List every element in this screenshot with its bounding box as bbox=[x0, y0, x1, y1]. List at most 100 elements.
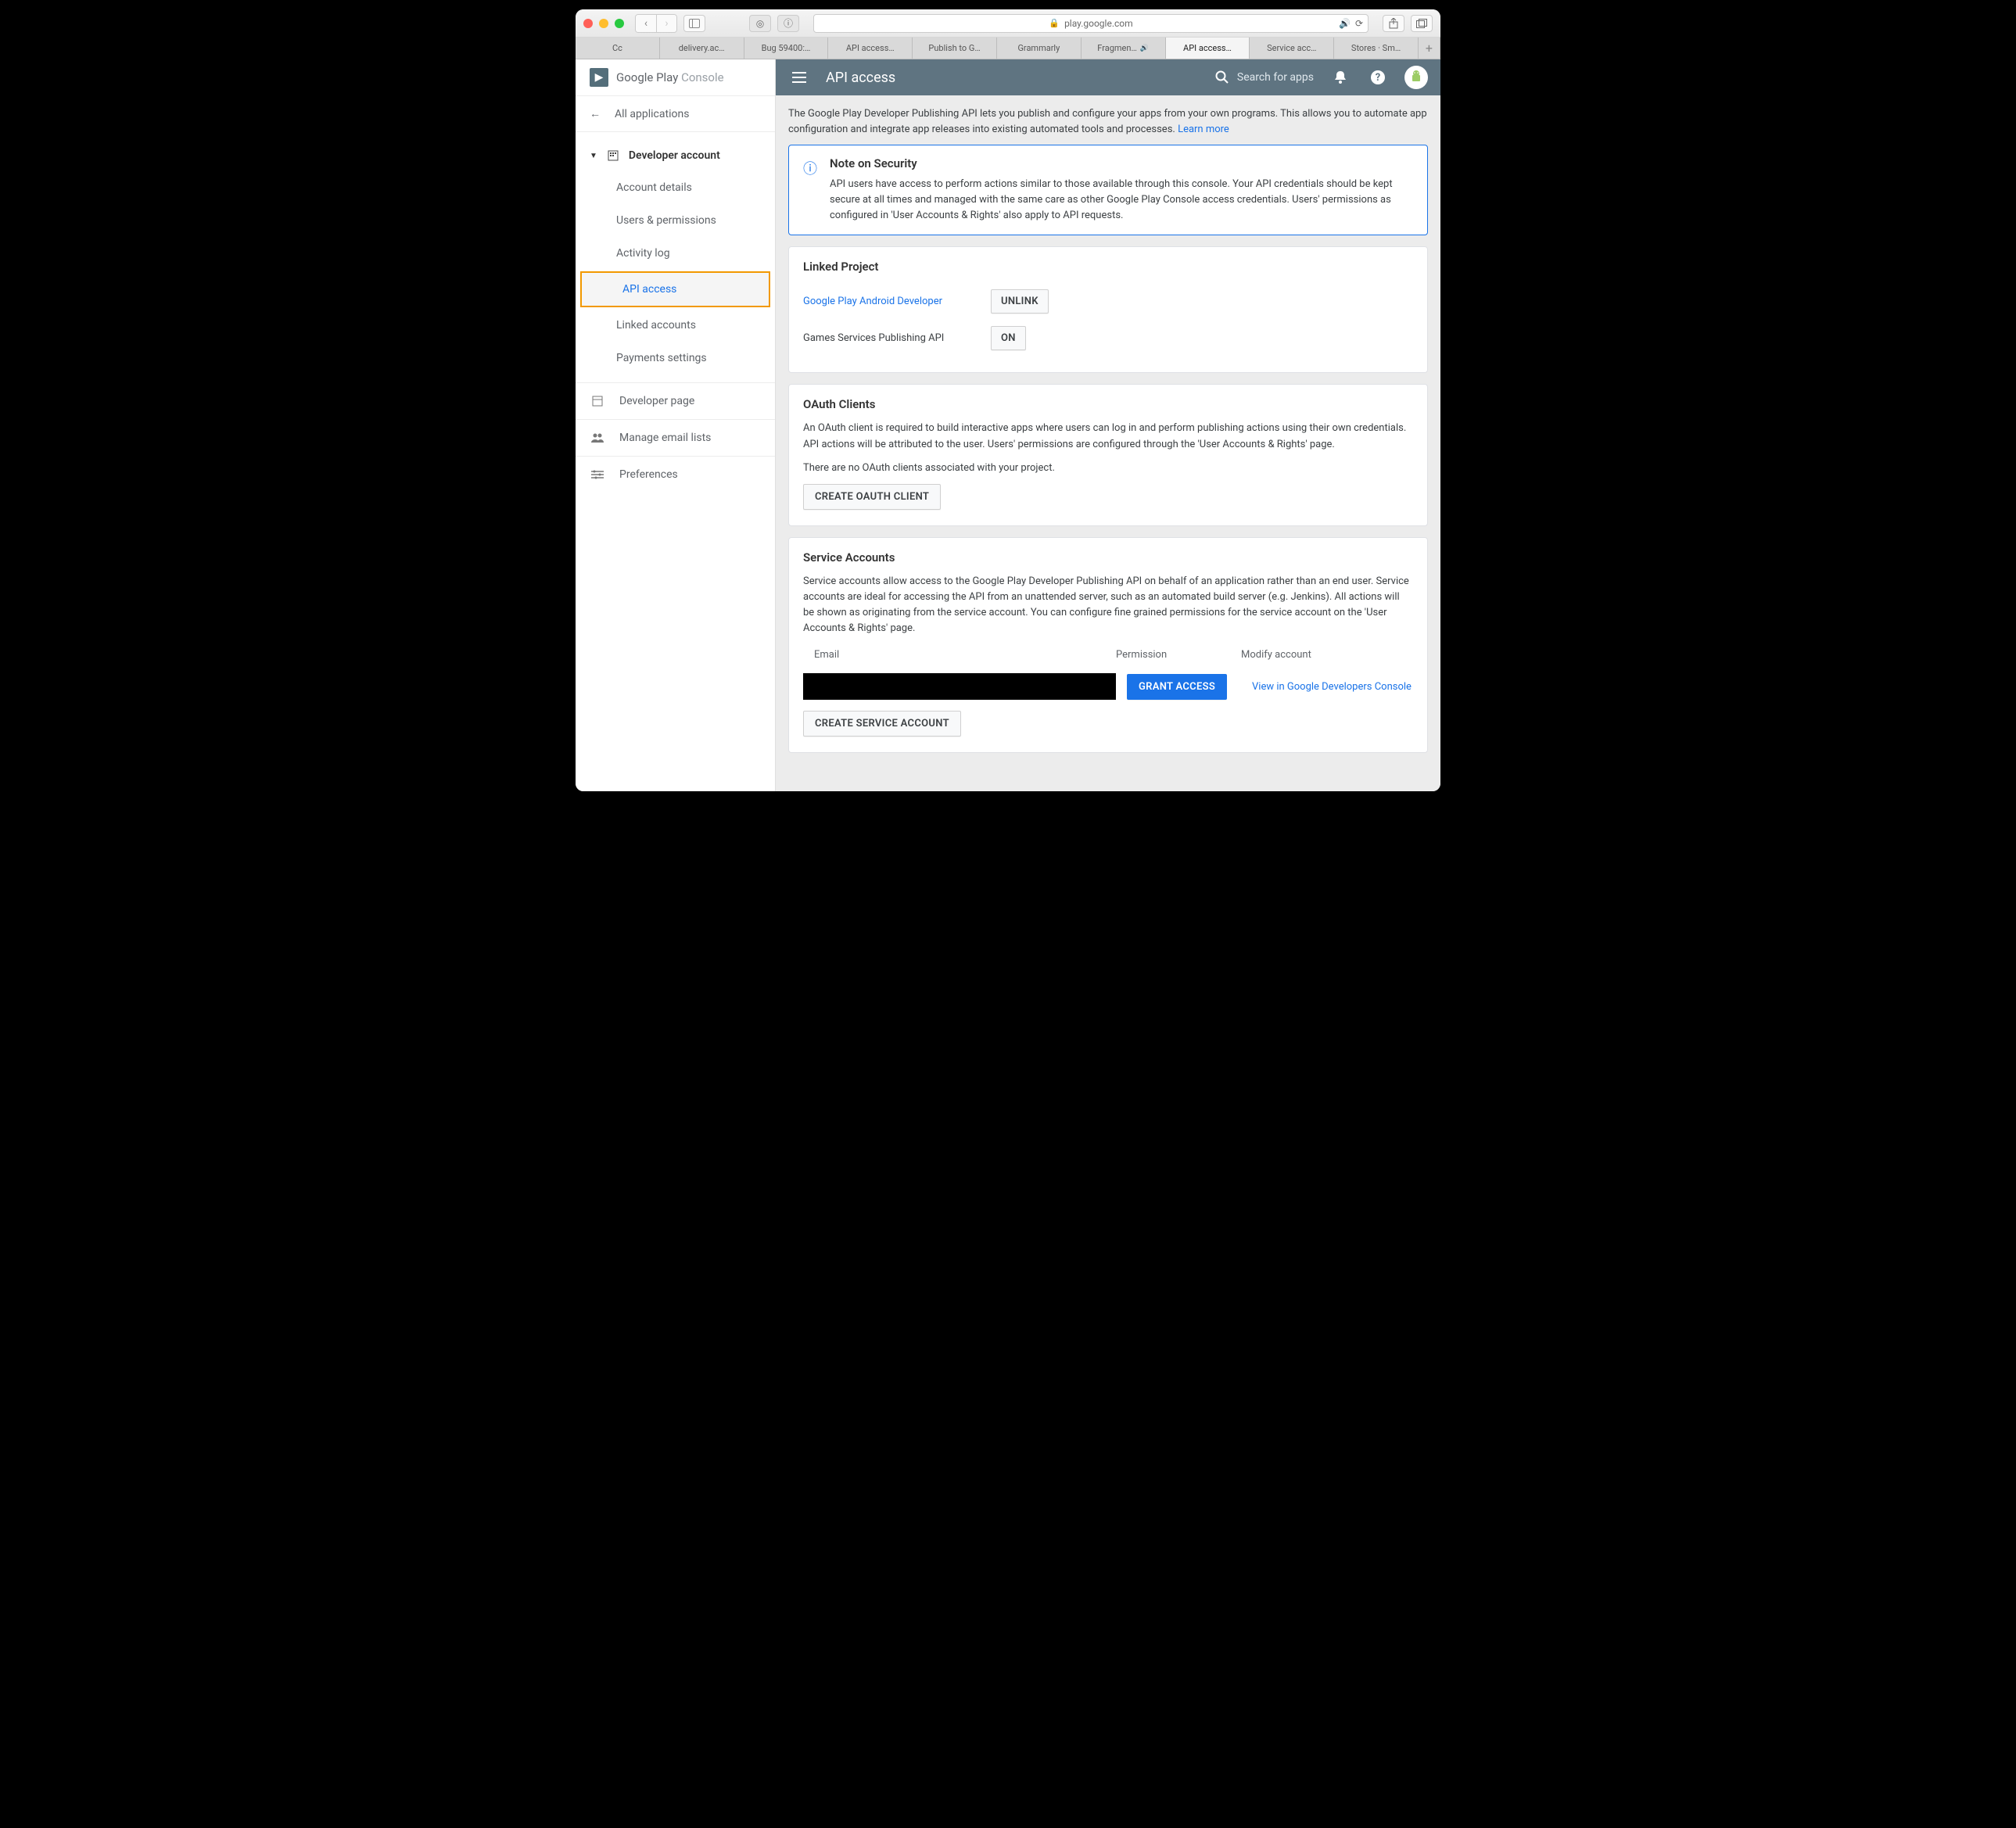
tabs-overview-button[interactable] bbox=[1411, 15, 1433, 32]
grant-access-button[interactable]: GRANT ACCESS bbox=[1127, 674, 1227, 700]
browser-tab[interactable]: API access… bbox=[1166, 38, 1250, 59]
reload-icon[interactable]: ⟳ bbox=[1355, 18, 1363, 29]
tab-label: Service acc… bbox=[1267, 43, 1316, 53]
account-avatar[interactable] bbox=[1404, 66, 1428, 89]
col-email: Email bbox=[803, 649, 1116, 661]
security-note-card: ⓘ Note on Security API users have access… bbox=[788, 145, 1428, 235]
email-lists-label: Manage email lists bbox=[619, 432, 711, 444]
app-header: API access Search for apps ? bbox=[776, 59, 1440, 95]
search-placeholder: Search for apps bbox=[1237, 71, 1314, 84]
linked-project-title: Linked Project bbox=[803, 260, 1413, 274]
games-api-label: Games Services Publishing API bbox=[803, 332, 975, 344]
sidebar-item-activity-log[interactable]: Activity log bbox=[576, 237, 775, 270]
browser-tab[interactable]: Grammarly bbox=[997, 38, 1082, 59]
android-icon bbox=[1408, 70, 1424, 85]
notifications-button[interactable] bbox=[1329, 66, 1351, 88]
sidebar-item-account-details[interactable]: Account details bbox=[576, 171, 775, 204]
minimize-window-button[interactable] bbox=[599, 19, 608, 28]
create-service-account-button[interactable]: CREATE SERVICE ACCOUNT bbox=[803, 711, 961, 737]
sliders-icon bbox=[590, 467, 605, 482]
games-api-toggle[interactable]: ON bbox=[991, 326, 1026, 350]
sa-email-redacted bbox=[803, 673, 1116, 700]
note-body: API users have access to perform actions… bbox=[830, 177, 1413, 224]
url-text: play.google.com bbox=[1064, 18, 1133, 29]
lock-icon: 🔒 bbox=[1049, 18, 1060, 28]
sidebar-toggle-button[interactable] bbox=[683, 15, 705, 32]
new-tab-button[interactable]: + bbox=[1419, 38, 1440, 59]
manage-email-lists-link[interactable]: Manage email lists bbox=[576, 419, 775, 456]
forward-button[interactable]: › bbox=[656, 15, 676, 32]
play-console-icon: ▶ bbox=[590, 68, 608, 87]
brand-logo[interactable]: ▶ Google Play Console bbox=[576, 59, 775, 95]
info-button[interactable]: ⓘ bbox=[777, 15, 799, 32]
browser-tab[interactable]: Cc bbox=[576, 38, 660, 59]
chevron-down-icon: ▼ bbox=[590, 152, 597, 160]
tab-label: Publish to G… bbox=[928, 43, 980, 53]
browser-tabs: Cc delivery.ac… Bug 59400:… API access… Publ… bbox=[576, 38, 1440, 59]
all-apps-label: All applications bbox=[615, 108, 689, 120]
back-button[interactable]: ‹ bbox=[636, 15, 656, 32]
help-icon: ? bbox=[1370, 70, 1386, 85]
sidebar-item-api-access[interactable]: API access bbox=[582, 273, 769, 306]
browser-tab[interactable]: API access… bbox=[828, 38, 913, 59]
tab-label: API access… bbox=[846, 43, 895, 53]
oauth-empty: There are no OAuth clients associated wi… bbox=[803, 461, 1413, 476]
sidebar-item-label: Linked accounts bbox=[616, 319, 696, 332]
maximize-window-button[interactable] bbox=[615, 19, 624, 28]
sidebar-item-label: Users & permissions bbox=[616, 214, 716, 227]
sidebar-item-users-permissions[interactable]: Users & permissions bbox=[576, 204, 775, 237]
developer-page-link[interactable]: Developer page bbox=[576, 383, 775, 419]
view-dev-console-link[interactable]: View in Google Developers Console bbox=[1252, 681, 1412, 693]
linked-project-link[interactable]: Google Play Android Developer bbox=[803, 296, 942, 307]
page-title: API access bbox=[826, 70, 895, 86]
share-button[interactable] bbox=[1383, 15, 1404, 32]
preferences-link[interactable]: Preferences bbox=[576, 456, 775, 493]
browser-tab[interactable]: Bug 59400:… bbox=[744, 38, 829, 59]
hamburger-icon[interactable] bbox=[788, 66, 810, 88]
unlink-button[interactable]: UNLINK bbox=[991, 289, 1049, 314]
address-bar[interactable]: 🔒 play.google.com 🔊 ⟳ bbox=[813, 14, 1369, 33]
create-oauth-client-button[interactable]: CREATE OAUTH CLIENT bbox=[803, 484, 941, 510]
info-icon: ⓘ bbox=[803, 158, 819, 224]
bell-icon bbox=[1334, 70, 1347, 84]
dev-account-label: Developer account bbox=[629, 149, 720, 162]
oauth-desc: An OAuth client is required to build int… bbox=[803, 421, 1413, 452]
sidebar-item-label: Payments settings bbox=[616, 352, 707, 364]
nav-back-forward: ‹ › bbox=[635, 14, 677, 33]
learn-more-link[interactable]: Learn more bbox=[1178, 124, 1229, 135]
sound-icon[interactable]: 🔊 bbox=[1339, 18, 1351, 29]
close-window-button[interactable] bbox=[583, 19, 593, 28]
traffic-lights bbox=[583, 19, 624, 28]
service-accounts-desc: Service accounts allow access to the Goo… bbox=[803, 574, 1413, 637]
brand-text: Google Play Console bbox=[616, 70, 724, 84]
service-accounts-title: Service Accounts bbox=[803, 550, 1413, 565]
browser-tab[interactable]: delivery.ac… bbox=[660, 38, 744, 59]
tabs-icon bbox=[1416, 19, 1427, 28]
building-icon bbox=[605, 148, 621, 163]
preferences-label: Preferences bbox=[619, 468, 678, 481]
window-titlebar: ‹ › ◎ ⓘ 🔒 play.google.com 🔊 ⟳ bbox=[576, 9, 1440, 38]
sa-table-header: Email Permission Modify account bbox=[803, 644, 1413, 668]
sidebar-item-linked-accounts[interactable]: Linked accounts bbox=[576, 309, 775, 342]
browser-tab[interactable]: Publish to G… bbox=[913, 38, 997, 59]
browser-tab[interactable]: Stores · Sm… bbox=[1334, 38, 1419, 59]
note-title: Note on Security bbox=[830, 156, 1413, 170]
tab-label: Bug 59400:… bbox=[762, 43, 811, 53]
tab-label: Grammarly bbox=[1017, 43, 1060, 53]
sidebar-item-payments-settings[interactable]: Payments settings bbox=[576, 342, 775, 375]
browser-tab[interactable]: Service acc… bbox=[1250, 38, 1334, 59]
sound-icon: 🔊 bbox=[1140, 45, 1149, 52]
svg-text:?: ? bbox=[1376, 72, 1380, 84]
intro-paragraph: The Google Play Developer Publishing API… bbox=[788, 106, 1428, 137]
developer-account-section[interactable]: ▼ Developer account bbox=[576, 140, 775, 171]
sidebar-item-label: Activity log bbox=[616, 247, 670, 260]
browser-tab[interactable]: Fragmen…🔊 bbox=[1082, 38, 1166, 59]
all-applications-link[interactable]: ← All applications bbox=[576, 95, 775, 132]
developer-page-label: Developer page bbox=[619, 395, 694, 407]
privacy-report-button[interactable]: ◎ bbox=[749, 15, 771, 32]
search-apps[interactable]: Search for apps bbox=[1215, 70, 1314, 84]
tab-label: delivery.ac… bbox=[679, 43, 725, 53]
help-button[interactable]: ? bbox=[1367, 66, 1389, 88]
linked-project-card: Linked Project Google Play Android Devel… bbox=[788, 246, 1428, 373]
tab-label: Fragmen… bbox=[1097, 43, 1137, 53]
